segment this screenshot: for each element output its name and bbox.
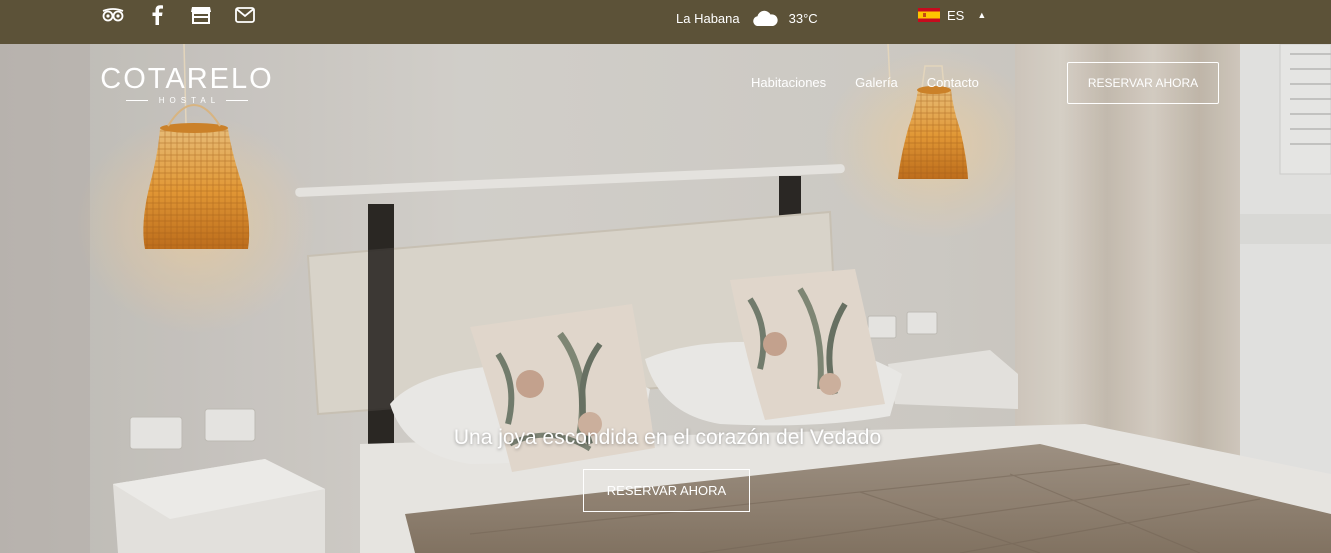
reserve-now-hero-button[interactable]: RESERVAR AHORA — [583, 469, 750, 512]
main-navigation: Habitaciones Galería Contacto — [751, 75, 979, 90]
language-code: ES — [947, 7, 965, 23]
logo-divider — [125, 100, 148, 101]
hostal-logo[interactable]: COTARELO HOSTAL — [93, 64, 281, 105]
store-icon[interactable] — [190, 5, 212, 25]
hero-tagline: Una joya escondida en el corazón del Ved… — [0, 426, 1331, 450]
tripadvisor-icon[interactable] — [102, 5, 124, 25]
envelope-icon[interactable] — [234, 5, 256, 25]
weather-widget: La Habana 33°C — [676, 7, 818, 29]
weather-city: La Habana — [676, 10, 740, 26]
facebook-icon[interactable] — [146, 5, 168, 25]
logo-divider — [226, 100, 249, 101]
weather-temperature: 33°C — [788, 10, 818, 26]
nav-galeria[interactable]: Galería — [855, 75, 898, 90]
hero-section: COTARELO HOSTAL Habitaciones Galería Con… — [0, 44, 1331, 553]
logo-subtitle-row: HOSTAL — [93, 96, 281, 105]
logo-wordmark: COTARELO — [100, 63, 274, 95]
hero-tagline-text: Una joya escondida en el corazón del Ved… — [453, 426, 882, 449]
top-bar: La Habana 33°C ES ▲ — [0, 0, 1331, 44]
caret-up-icon: ▲ — [977, 10, 987, 20]
nav-habitaciones[interactable]: Habitaciones — [751, 75, 826, 90]
language-selector[interactable]: ES ▲ — [918, 6, 986, 24]
reserve-now-header-button[interactable]: RESERVAR AHORA — [1067, 62, 1219, 104]
cloud-icon — [751, 9, 779, 27]
nav-contacto[interactable]: Contacto — [927, 75, 979, 90]
social-links — [102, 5, 256, 25]
spain-flag-icon — [918, 8, 940, 22]
logo-subtitle: HOSTAL — [158, 96, 221, 105]
